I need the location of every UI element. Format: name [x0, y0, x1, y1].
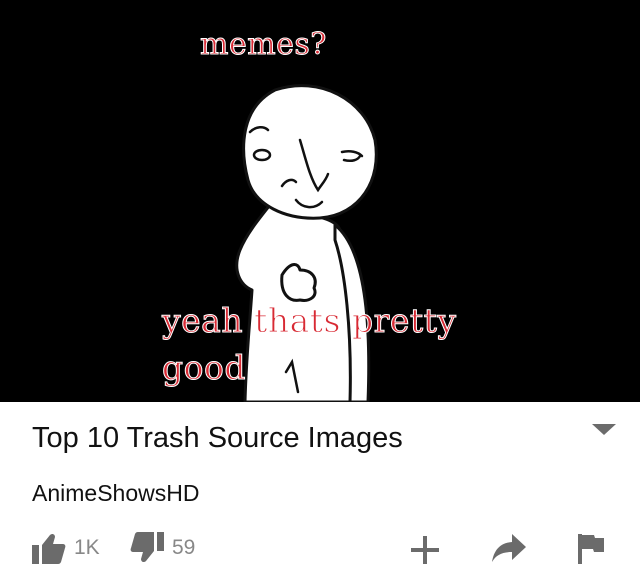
- report-button[interactable]: [578, 534, 604, 564]
- thumbs-down-icon: [130, 532, 164, 563]
- dislike-count: 59: [172, 536, 196, 559]
- action-bar: 1K 59: [0, 532, 640, 564]
- like-button[interactable]: 1K: [32, 532, 100, 564]
- thumbs-up-icon: [32, 533, 66, 564]
- video-player[interactable]: memes? yeah thats pretty good: [0, 0, 640, 402]
- share-icon: [492, 534, 526, 562]
- chevron-down-icon[interactable]: [592, 424, 616, 435]
- caption-top: memes?: [200, 27, 327, 62]
- like-count: 1K: [74, 536, 100, 559]
- add-to-playlist-icon: [411, 536, 439, 564]
- flag-icon: [578, 534, 604, 564]
- add-to-playlist-button[interactable]: [410, 536, 440, 564]
- caption-bottom-line-1: yeah thats pretty: [162, 301, 457, 340]
- channel-name[interactable]: AnimeShowsHD: [32, 480, 199, 507]
- caption-bottom-line-2: good: [162, 348, 246, 387]
- video-info: Top 10 Trash Source Images AnimeShowsHD …: [0, 402, 640, 564]
- video-title: Top 10 Trash Source Images: [32, 422, 403, 454]
- share-button[interactable]: [492, 534, 526, 562]
- dislike-button[interactable]: 59: [130, 532, 195, 564]
